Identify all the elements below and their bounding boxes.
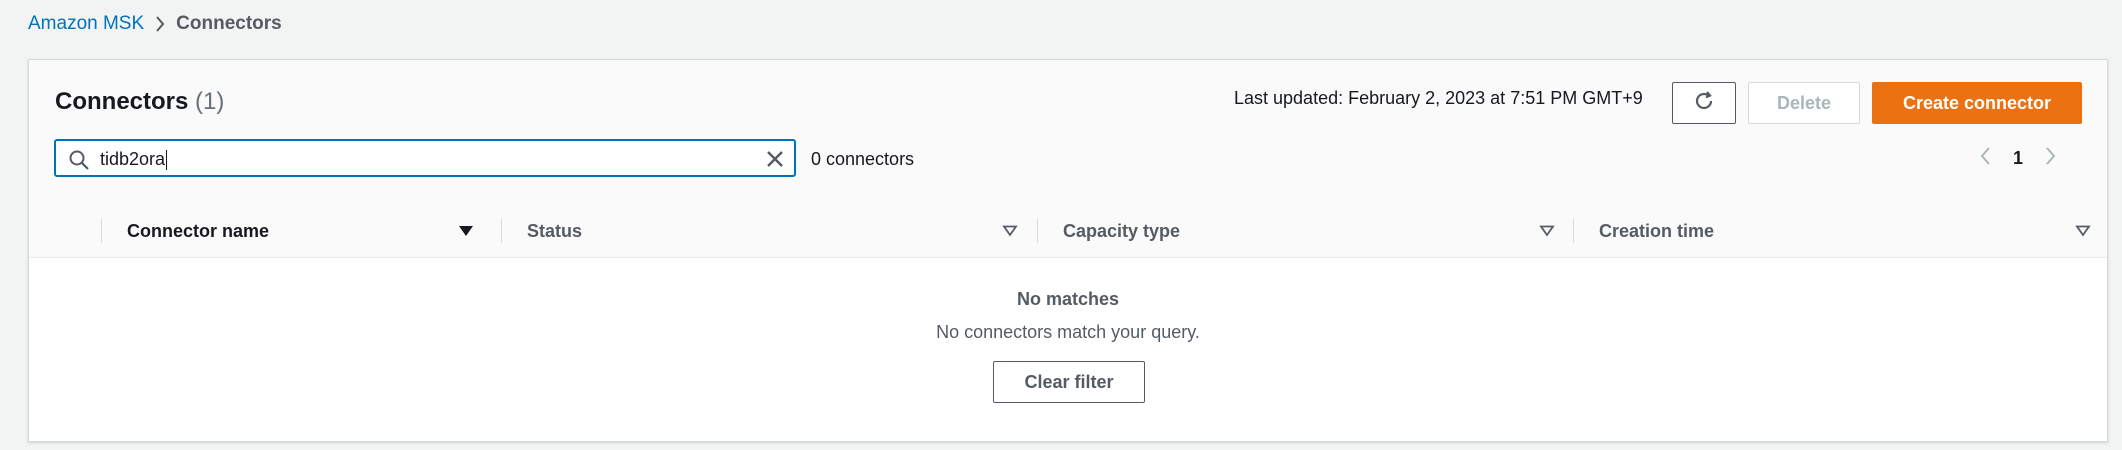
last-updated-text: Last updated: February 2, 2023 at 7:51 P… [1234,88,1643,108]
next-page-icon[interactable] [2045,145,2057,172]
empty-state-description: No connectors match your query. [936,322,1200,342]
column-header-capacity-type[interactable]: Capacity type [1063,205,1180,257]
close-icon[interactable] [764,148,786,175]
sort-descending-icon[interactable] [458,224,474,243]
search-input[interactable]: tidb2ora [100,149,168,171]
column-divider [1573,219,1574,243]
delete-button[interactable]: Delete [1748,82,1860,124]
sort-icon[interactable] [2075,224,2091,243]
previous-page-icon[interactable] [1979,145,1991,172]
column-header-creation-time[interactable]: Creation time [1599,205,1714,257]
column-header-status[interactable]: Status [527,205,582,257]
refresh-icon [1693,90,1715,117]
chevron-right-icon [154,15,166,33]
column-divider [1037,219,1038,243]
breadcrumb-link-amazon-msk[interactable]: Amazon MSK [28,13,144,35]
title-count: (1) [195,88,225,115]
sort-icon[interactable] [1002,224,1018,243]
create-connector-button[interactable]: Create connector [1872,82,2082,124]
page-number[interactable]: 1 [2013,148,2023,169]
panel-header: Connectors (1) Last updated: February 2,… [29,60,2107,206]
text-caret [166,150,168,171]
refresh-button[interactable] [1672,82,1736,124]
search-icon [68,149,90,176]
clear-filter-button[interactable]: Clear filter [993,361,1145,403]
search-field[interactable]: tidb2ora [54,139,796,177]
title-text: Connectors [55,88,189,115]
search-input-value: tidb2ora [100,149,166,169]
table-header: Connector name Status Capacity type Crea… [29,205,2107,258]
breadcrumb: Amazon MSK Connectors [28,10,282,38]
column-header-connector-name[interactable]: Connector name [127,205,269,257]
match-count: 0 connectors [811,149,915,169]
sort-icon[interactable] [1539,224,1555,243]
breadcrumb-current: Connectors [176,13,282,34]
empty-state: No matches No connectors match your quer… [29,257,2107,443]
column-divider [501,219,502,243]
page-title: Connectors (1) [55,88,224,116]
pagination: 1 [1979,145,2057,171]
column-divider [101,219,102,243]
empty-state-title: No matches [1016,289,1120,309]
connectors-panel: Connectors (1) Last updated: February 2,… [28,59,2108,442]
